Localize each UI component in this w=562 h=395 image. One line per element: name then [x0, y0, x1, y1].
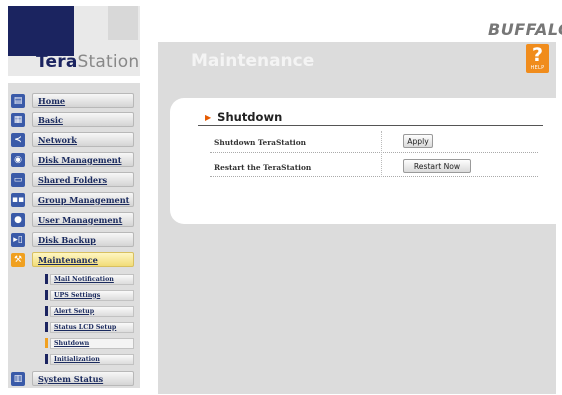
help-button[interactable]: ? HELP — [526, 44, 549, 73]
sidebar-item-label[interactable]: User Management — [32, 212, 134, 227]
sidebar-item-label[interactable]: Maintenance — [32, 252, 134, 267]
sidebar-item-label[interactable]: Network — [32, 132, 134, 147]
section-title-text: Shutdown — [217, 110, 283, 124]
sidebar-item-home[interactable]: ▤ Home — [11, 92, 134, 109]
terastation-logo: TeraStation — [8, 6, 140, 76]
basic-icon: ▦ — [11, 112, 25, 127]
shared-folders-icon: ▭ — [11, 172, 25, 187]
sidebar-item-label[interactable]: Group Management — [32, 192, 134, 207]
help-icon: ? — [531, 44, 544, 66]
sidebar-item-disk-management[interactable]: ◉ Disk Management — [11, 151, 134, 168]
submenu-item-mail-notification[interactable]: Mail Notification — [45, 273, 134, 285]
section-arrow-icon: ▶ — [205, 112, 212, 122]
sidebar-item-label[interactable]: Disk Management — [32, 152, 134, 167]
sidebar-item-user-management[interactable]: ● User Management — [11, 211, 134, 228]
home-icon: ▤ — [11, 93, 25, 108]
row-separator — [210, 152, 538, 153]
submenu-item-initialization[interactable]: Initialization — [45, 353, 134, 365]
submenu-item-alert-setup[interactable]: Alert Setup — [45, 305, 134, 317]
sidebar-item-label[interactable]: Shared Folders — [32, 172, 134, 187]
sidebar-item-label[interactable]: Basic — [32, 112, 134, 127]
submenu-item-label[interactable]: Mail Notification — [50, 273, 134, 285]
submenu-marker — [45, 322, 48, 332]
submenu-item-label[interactable]: Alert Setup — [50, 305, 134, 317]
sidebar-item-disk-backup[interactable]: ▸▯ Disk Backup — [11, 231, 134, 248]
buffalo-logo: BUFFALO — [488, 20, 562, 39]
submenu-item-label[interactable]: Shutdown — [50, 337, 134, 349]
sidebar-item-label[interactable]: Home — [32, 93, 134, 108]
sidebar-item-network[interactable]: ≺ Network — [11, 131, 134, 148]
column-separator — [381, 131, 383, 177]
sidebar-item-shared-folders[interactable]: ▭ Shared Folders — [11, 171, 134, 188]
sidebar-item-label[interactable]: Disk Backup — [32, 232, 134, 247]
maintenance-icon: ⚒ — [11, 252, 25, 267]
submenu-item-ups-settings[interactable]: UPS Settings — [45, 289, 134, 301]
submenu-item-status-lcd-setup[interactable]: Status LCD Setup — [45, 321, 134, 333]
submenu-marker — [45, 354, 48, 364]
section-title: ▶ Shutdown — [205, 110, 282, 124]
page-title: Maintenance — [191, 51, 315, 71]
user-management-icon: ● — [11, 212, 25, 227]
logo-block-navy — [8, 6, 74, 56]
disk-backup-icon: ▸▯ — [11, 232, 25, 247]
submenu-marker — [45, 274, 48, 284]
group-management-icon: ▪▪ — [11, 192, 25, 207]
submenu-marker-active — [45, 338, 48, 348]
row-label-restart: Restart the TeraStation — [214, 163, 312, 172]
sidebar-item-label[interactable]: System Status — [32, 371, 134, 386]
submenu-item-label[interactable]: Status LCD Setup — [50, 321, 134, 333]
restart-now-button[interactable]: Restart Now — [403, 159, 471, 173]
submenu-marker — [45, 290, 48, 300]
submenu-item-shutdown[interactable]: Shutdown — [45, 337, 134, 349]
row-separator — [210, 176, 538, 177]
row-label-shutdown: Shutdown TeraStation — [214, 138, 307, 147]
apply-button[interactable]: Apply — [403, 134, 433, 148]
logo-text: TeraStation — [36, 52, 140, 72]
disk-management-icon: ◉ — [11, 152, 25, 167]
sidebar-item-basic[interactable]: ▦ Basic — [11, 111, 134, 128]
help-label: HELP — [530, 65, 545, 71]
network-icon: ≺ — [11, 132, 25, 147]
sidebar-item-group-management[interactable]: ▪▪ Group Management — [11, 191, 134, 208]
submenu-item-label[interactable]: Initialization — [50, 353, 134, 365]
logo-block-gray — [108, 6, 138, 40]
sidebar-item-system-status[interactable]: ▥ System Status — [11, 370, 134, 387]
main-content: Maintenance ? HELP — [158, 42, 556, 394]
submenu-item-label[interactable]: UPS Settings — [50, 289, 134, 301]
system-status-icon: ▥ — [11, 371, 25, 386]
submenu-marker — [45, 306, 48, 316]
sidebar-item-maintenance[interactable]: ⚒ Maintenance — [11, 251, 134, 268]
section-underline — [198, 125, 543, 126]
